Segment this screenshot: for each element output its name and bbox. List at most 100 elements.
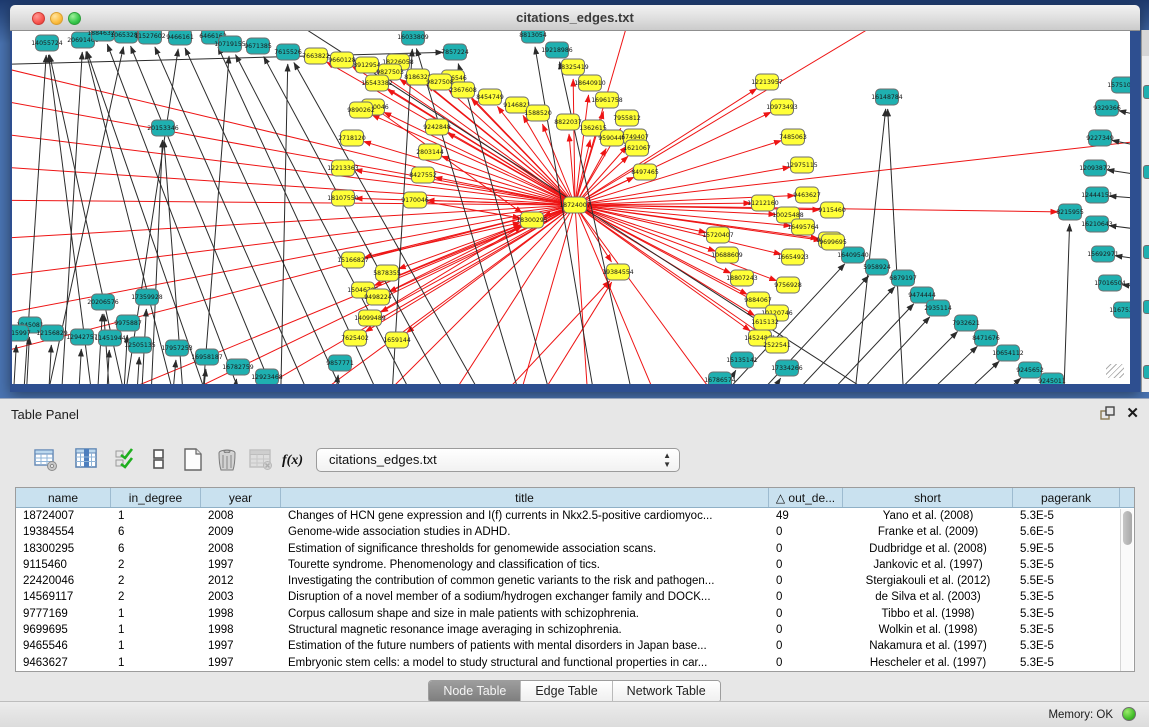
table-cell: 5.3E-5 <box>1013 622 1120 638</box>
citation-edge-black <box>1112 140 1130 150</box>
table-cell: 1 <box>111 655 201 671</box>
graph-node-label: 7932621 <box>952 320 980 327</box>
window-resize-grip[interactable] <box>1106 364 1124 378</box>
citation-edge-black <box>855 332 958 384</box>
table-cell: 9699695 <box>16 622 111 638</box>
show-columns-icon[interactable] <box>74 447 100 473</box>
column-header-year[interactable]: year <box>201 488 281 507</box>
graph-node-label: 16409540 <box>837 252 869 259</box>
column-header-title[interactable]: title <box>281 488 769 507</box>
table-cell: 9777169 <box>16 606 111 622</box>
table-row[interactable]: 2242004622012Investigating the contribut… <box>16 573 1134 589</box>
table-cell: Estimation of the future numbers of pati… <box>281 638 769 654</box>
tab-edge-table[interactable]: Edge Table <box>521 681 612 702</box>
network-canvas[interactable]: 1405572420691406188463271065328711527602… <box>12 31 1130 384</box>
graph-node-label: 2522541 <box>763 342 791 349</box>
citation-edge-red <box>407 205 575 333</box>
table-row[interactable]: 1456911722003Disruption of a novel membe… <box>16 589 1134 605</box>
graph-node-label: 8497465 <box>631 169 659 176</box>
citation-edge-black <box>1119 111 1130 120</box>
table-row[interactable]: 946554611997Estimation of the future num… <box>16 638 1134 654</box>
delete-columns-trash-icon[interactable] <box>214 447 240 473</box>
vertical-scrollbar[interactable] <box>1120 509 1133 671</box>
table-cell: Investigating the contribution of common… <box>281 573 769 589</box>
table-row[interactable]: 911546021997Tourette syndrome. Phenomeno… <box>16 557 1134 573</box>
graph-node-label: 8471676 <box>972 335 1000 342</box>
graph-node-label: 9827508 <box>426 79 454 86</box>
graph-node-label: 2718120 <box>338 135 366 142</box>
table-toolbar: f(x) citations_edges.txt ▲▼ <box>0 443 1149 479</box>
graph-node-label: 7485063 <box>779 134 807 141</box>
table-cell: 2008 <box>201 508 281 524</box>
graph-node <box>1143 300 1149 314</box>
table-row[interactable]: 969969511998Structural magnetic resonanc… <box>16 622 1134 638</box>
table-cell: 1997 <box>201 655 281 671</box>
table-cell: Franke et al. (2009) <box>843 524 1013 540</box>
graph-node <box>1143 365 1149 379</box>
table-panel-title: Table Panel <box>11 407 79 422</box>
citation-edge-black <box>77 349 81 384</box>
column-header-in_degree[interactable]: in_degree <box>111 488 201 507</box>
window-titlebar[interactable]: citations_edges.txt <box>10 5 1140 31</box>
graph-node-label: 16961758 <box>591 97 623 104</box>
column-header-short[interactable]: short <box>843 488 1013 507</box>
table-cell: 2008 <box>201 541 281 557</box>
table-row[interactable]: 977716911998Corpus callosum shape and si… <box>16 606 1134 622</box>
graph-node-label: 15692971 <box>1087 251 1119 258</box>
network-view-window[interactable]: citations_edges.txt 14055724206914061884… <box>10 5 1140 392</box>
scrollbar-thumb[interactable] <box>1123 511 1132 545</box>
table-row[interactable]: 946362711997Embryonic stem cells: a mode… <box>16 655 1134 671</box>
graph-node-label: 1588520 <box>524 110 552 117</box>
table-header-row[interactable]: namein_degreeyeartitle△ out_de...shortpa… <box>16 488 1134 508</box>
table-cell: Nakamura et al. (1997) <box>843 638 1013 654</box>
graph-node-label: 14099489 <box>354 315 386 322</box>
column-header-pagerank[interactable]: pagerank <box>1013 488 1120 507</box>
citation-edge-red <box>470 281 610 384</box>
tab-network-table[interactable]: Network Table <box>613 681 720 702</box>
table-cell: Dudbridge et al. (2008) <box>843 541 1013 557</box>
table-cell: 1997 <box>201 638 281 654</box>
table-cell: Wolkin et al. (1998) <box>843 622 1013 638</box>
citation-edge-black <box>200 56 229 384</box>
graph-node-label: 9170046 <box>401 197 429 204</box>
citation-edge-black <box>880 346 977 384</box>
table-cell: Genome-wide association studies in ADHD. <box>281 524 769 540</box>
table-cell: 0 <box>769 573 843 589</box>
tab-node-table[interactable]: Node Table <box>429 681 521 702</box>
table-row[interactable]: 1872400712008Changes of HCN gene express… <box>16 508 1134 524</box>
function-builder-icon[interactable]: f(x) <box>282 451 308 477</box>
graph-node-label: 11212160 <box>747 200 779 207</box>
rows-icon[interactable] <box>146 447 172 473</box>
graph-node-label: 8912954 <box>353 62 381 69</box>
graph-node-label: 12975115 <box>786 162 818 169</box>
table-cell: 0 <box>769 655 843 671</box>
close-panel-icon[interactable]: ✕ <box>1126 404 1139 422</box>
graph-node-label: 15751074 <box>1107 82 1130 89</box>
table-cell: Hescheler et al. (1997) <box>843 655 1013 671</box>
citation-edge-black <box>185 48 355 384</box>
graph-node-label: 10973493 <box>766 104 798 111</box>
table-panel-header: Table Panel ✕ <box>0 399 1149 427</box>
application-background: citations_edges.txt 14055724206914061884… <box>0 0 1149 727</box>
graph-node-label: 5878355 <box>373 270 401 277</box>
graph-node-label: 1621067 <box>623 145 651 152</box>
table-cell: 18724007 <box>16 508 111 524</box>
graph-node-label: 1659144 <box>383 337 411 344</box>
create-column-icon[interactable] <box>180 447 206 473</box>
table-cell: 22420046 <box>16 573 111 589</box>
memory-status-indicator[interactable] <box>1122 707 1136 721</box>
table-cell: 0 <box>769 622 843 638</box>
table-row[interactable]: 1830029562008Estimation of significance … <box>16 541 1134 557</box>
table-row[interactable]: 1938455462009Genome-wide association stu… <box>16 524 1134 540</box>
citation-edge-red <box>12 60 575 205</box>
table-cell: 2003 <box>201 589 281 605</box>
float-panel-icon[interactable] <box>1100 406 1115 421</box>
graph-node-label: 8822037 <box>554 119 582 126</box>
select-all-columns-icon[interactable] <box>113 447 139 473</box>
column-header-out_de[interactable]: △ out_de... <box>769 488 843 507</box>
graph-node-label: 5958924 <box>863 264 891 271</box>
table-mode-settings-icon[interactable] <box>33 447 59 473</box>
table-cell: 49 <box>769 508 843 524</box>
table-selector-combobox[interactable]: citations_edges.txt ▲▼ <box>316 448 680 472</box>
column-header-name[interactable]: name <box>16 488 111 507</box>
